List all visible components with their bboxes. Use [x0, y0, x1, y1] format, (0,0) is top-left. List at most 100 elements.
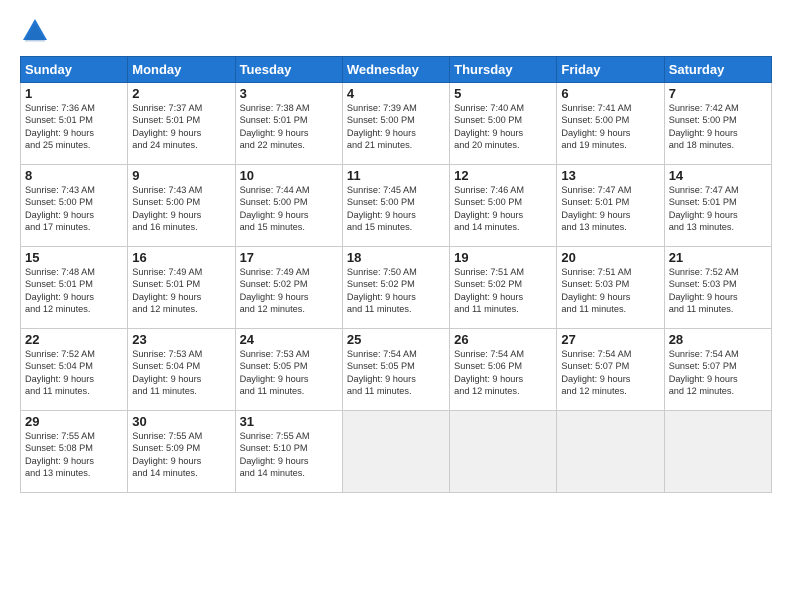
day-info: Sunrise: 7:53 AM Sunset: 5:05 PM Dayligh… — [240, 348, 338, 398]
calendar-day-cell: 10Sunrise: 7:44 AM Sunset: 5:00 PM Dayli… — [235, 165, 342, 247]
calendar-day-cell: 9Sunrise: 7:43 AM Sunset: 5:00 PM Daylig… — [128, 165, 235, 247]
calendar-day-cell: 19Sunrise: 7:51 AM Sunset: 5:02 PM Dayli… — [450, 247, 557, 329]
day-number: 11 — [347, 168, 445, 183]
calendar-day-cell: 6Sunrise: 7:41 AM Sunset: 5:00 PM Daylig… — [557, 83, 664, 165]
day-number: 24 — [240, 332, 338, 347]
day-info: Sunrise: 7:38 AM Sunset: 5:01 PM Dayligh… — [240, 102, 338, 152]
calendar-day-cell: 13Sunrise: 7:47 AM Sunset: 5:01 PM Dayli… — [557, 165, 664, 247]
calendar-day-cell: 20Sunrise: 7:51 AM Sunset: 5:03 PM Dayli… — [557, 247, 664, 329]
calendar-day-cell: 7Sunrise: 7:42 AM Sunset: 5:00 PM Daylig… — [664, 83, 771, 165]
calendar-day-cell: 11Sunrise: 7:45 AM Sunset: 5:00 PM Dayli… — [342, 165, 449, 247]
day-info: Sunrise: 7:52 AM Sunset: 5:03 PM Dayligh… — [669, 266, 767, 316]
calendar-day-cell: 29Sunrise: 7:55 AM Sunset: 5:08 PM Dayli… — [21, 411, 128, 493]
day-number: 6 — [561, 86, 659, 101]
day-info: Sunrise: 7:51 AM Sunset: 5:03 PM Dayligh… — [561, 266, 659, 316]
calendar-day-cell: 21Sunrise: 7:52 AM Sunset: 5:03 PM Dayli… — [664, 247, 771, 329]
day-number: 25 — [347, 332, 445, 347]
day-number: 23 — [132, 332, 230, 347]
calendar-day-cell — [557, 411, 664, 493]
day-number: 26 — [454, 332, 552, 347]
calendar-day-cell: 3Sunrise: 7:38 AM Sunset: 5:01 PM Daylig… — [235, 83, 342, 165]
day-info: Sunrise: 7:48 AM Sunset: 5:01 PM Dayligh… — [25, 266, 123, 316]
calendar-day-cell: 27Sunrise: 7:54 AM Sunset: 5:07 PM Dayli… — [557, 329, 664, 411]
day-number: 5 — [454, 86, 552, 101]
day-number: 17 — [240, 250, 338, 265]
calendar-day-cell: 18Sunrise: 7:50 AM Sunset: 5:02 PM Dayli… — [342, 247, 449, 329]
day-number: 18 — [347, 250, 445, 265]
day-number: 2 — [132, 86, 230, 101]
calendar-day-cell: 4Sunrise: 7:39 AM Sunset: 5:00 PM Daylig… — [342, 83, 449, 165]
weekday-header: Saturday — [664, 57, 771, 83]
day-info: Sunrise: 7:37 AM Sunset: 5:01 PM Dayligh… — [132, 102, 230, 152]
day-info: Sunrise: 7:43 AM Sunset: 5:00 PM Dayligh… — [132, 184, 230, 234]
day-info: Sunrise: 7:44 AM Sunset: 5:00 PM Dayligh… — [240, 184, 338, 234]
day-number: 8 — [25, 168, 123, 183]
day-info: Sunrise: 7:49 AM Sunset: 5:01 PM Dayligh… — [132, 266, 230, 316]
calendar-day-cell: 26Sunrise: 7:54 AM Sunset: 5:06 PM Dayli… — [450, 329, 557, 411]
page: SundayMondayTuesdayWednesdayThursdayFrid… — [0, 0, 792, 612]
day-number: 7 — [669, 86, 767, 101]
calendar-week-row: 22Sunrise: 7:52 AM Sunset: 5:04 PM Dayli… — [21, 329, 772, 411]
day-info: Sunrise: 7:40 AM Sunset: 5:00 PM Dayligh… — [454, 102, 552, 152]
day-info: Sunrise: 7:42 AM Sunset: 5:00 PM Dayligh… — [669, 102, 767, 152]
calendar-day-cell: 16Sunrise: 7:49 AM Sunset: 5:01 PM Dayli… — [128, 247, 235, 329]
calendar-day-cell: 12Sunrise: 7:46 AM Sunset: 5:00 PM Dayli… — [450, 165, 557, 247]
day-number: 14 — [669, 168, 767, 183]
day-info: Sunrise: 7:49 AM Sunset: 5:02 PM Dayligh… — [240, 266, 338, 316]
calendar-day-cell: 22Sunrise: 7:52 AM Sunset: 5:04 PM Dayli… — [21, 329, 128, 411]
calendar-day-cell: 24Sunrise: 7:53 AM Sunset: 5:05 PM Dayli… — [235, 329, 342, 411]
calendar-week-row: 1Sunrise: 7:36 AM Sunset: 5:01 PM Daylig… — [21, 83, 772, 165]
day-info: Sunrise: 7:53 AM Sunset: 5:04 PM Dayligh… — [132, 348, 230, 398]
weekday-header: Friday — [557, 57, 664, 83]
day-number: 10 — [240, 168, 338, 183]
calendar-week-row: 8Sunrise: 7:43 AM Sunset: 5:00 PM Daylig… — [21, 165, 772, 247]
calendar-day-cell: 31Sunrise: 7:55 AM Sunset: 5:10 PM Dayli… — [235, 411, 342, 493]
day-number: 16 — [132, 250, 230, 265]
day-info: Sunrise: 7:45 AM Sunset: 5:00 PM Dayligh… — [347, 184, 445, 234]
day-info: Sunrise: 7:47 AM Sunset: 5:01 PM Dayligh… — [669, 184, 767, 234]
day-info: Sunrise: 7:46 AM Sunset: 5:00 PM Dayligh… — [454, 184, 552, 234]
day-info: Sunrise: 7:41 AM Sunset: 5:00 PM Dayligh… — [561, 102, 659, 152]
day-number: 9 — [132, 168, 230, 183]
calendar-header-row: SundayMondayTuesdayWednesdayThursdayFrid… — [21, 57, 772, 83]
day-number: 19 — [454, 250, 552, 265]
day-info: Sunrise: 7:43 AM Sunset: 5:00 PM Dayligh… — [25, 184, 123, 234]
day-number: 29 — [25, 414, 123, 429]
calendar-table: SundayMondayTuesdayWednesdayThursdayFrid… — [20, 56, 772, 493]
calendar-day-cell: 5Sunrise: 7:40 AM Sunset: 5:00 PM Daylig… — [450, 83, 557, 165]
header — [20, 16, 772, 46]
day-info: Sunrise: 7:39 AM Sunset: 5:00 PM Dayligh… — [347, 102, 445, 152]
day-number: 13 — [561, 168, 659, 183]
day-number: 1 — [25, 86, 123, 101]
day-info: Sunrise: 7:54 AM Sunset: 5:07 PM Dayligh… — [669, 348, 767, 398]
day-number: 30 — [132, 414, 230, 429]
calendar-day-cell: 8Sunrise: 7:43 AM Sunset: 5:00 PM Daylig… — [21, 165, 128, 247]
day-number: 20 — [561, 250, 659, 265]
calendar-day-cell: 15Sunrise: 7:48 AM Sunset: 5:01 PM Dayli… — [21, 247, 128, 329]
day-number: 22 — [25, 332, 123, 347]
calendar-day-cell: 23Sunrise: 7:53 AM Sunset: 5:04 PM Dayli… — [128, 329, 235, 411]
day-info: Sunrise: 7:51 AM Sunset: 5:02 PM Dayligh… — [454, 266, 552, 316]
weekday-header: Monday — [128, 57, 235, 83]
day-info: Sunrise: 7:54 AM Sunset: 5:06 PM Dayligh… — [454, 348, 552, 398]
calendar-day-cell: 2Sunrise: 7:37 AM Sunset: 5:01 PM Daylig… — [128, 83, 235, 165]
day-number: 31 — [240, 414, 338, 429]
day-info: Sunrise: 7:50 AM Sunset: 5:02 PM Dayligh… — [347, 266, 445, 316]
calendar-day-cell — [342, 411, 449, 493]
calendar-week-row: 15Sunrise: 7:48 AM Sunset: 5:01 PM Dayli… — [21, 247, 772, 329]
weekday-header: Thursday — [450, 57, 557, 83]
weekday-header: Tuesday — [235, 57, 342, 83]
calendar-day-cell: 17Sunrise: 7:49 AM Sunset: 5:02 PM Dayli… — [235, 247, 342, 329]
day-info: Sunrise: 7:47 AM Sunset: 5:01 PM Dayligh… — [561, 184, 659, 234]
day-number: 4 — [347, 86, 445, 101]
calendar-day-cell: 28Sunrise: 7:54 AM Sunset: 5:07 PM Dayli… — [664, 329, 771, 411]
day-info: Sunrise: 7:36 AM Sunset: 5:01 PM Dayligh… — [25, 102, 123, 152]
calendar-week-row: 29Sunrise: 7:55 AM Sunset: 5:08 PM Dayli… — [21, 411, 772, 493]
day-info: Sunrise: 7:54 AM Sunset: 5:07 PM Dayligh… — [561, 348, 659, 398]
day-number: 12 — [454, 168, 552, 183]
day-number: 27 — [561, 332, 659, 347]
day-info: Sunrise: 7:55 AM Sunset: 5:10 PM Dayligh… — [240, 430, 338, 480]
day-number: 15 — [25, 250, 123, 265]
weekday-header: Sunday — [21, 57, 128, 83]
logo — [20, 16, 54, 46]
